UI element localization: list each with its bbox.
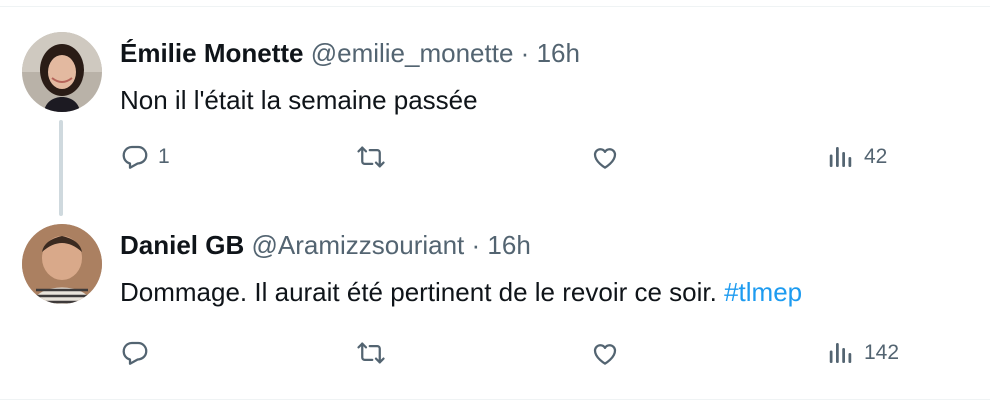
views-button[interactable]: 142 xyxy=(826,338,899,368)
action-bar: 1 42 xyxy=(0,142,990,182)
retweet-icon xyxy=(356,338,386,368)
views-icon xyxy=(826,338,856,368)
tweet-header: Daniel GB @Aramizzsouriant · 16h xyxy=(120,230,531,260)
like-button[interactable] xyxy=(590,142,620,172)
reply-button[interactable] xyxy=(120,338,150,368)
tweet-2[interactable]: Daniel GB @Aramizzsouriant · 16h Dommage… xyxy=(0,210,990,400)
like-button[interactable] xyxy=(590,338,620,368)
bottom-divider xyxy=(0,399,990,400)
tweet-text: Dommage. Il aurait été pertinent de le r… xyxy=(120,276,802,308)
reply-icon xyxy=(120,338,150,368)
tweet-body: Dommage. Il aurait été pertinent de le r… xyxy=(120,277,725,307)
timestamp[interactable]: 16h xyxy=(537,38,580,68)
avatar[interactable] xyxy=(22,224,102,304)
timestamp[interactable]: 16h xyxy=(487,230,530,260)
reply-button[interactable]: 1 xyxy=(120,142,170,172)
retweet-icon xyxy=(356,142,386,172)
tweet-body: Non il l'était la semaine passée xyxy=(120,85,478,115)
views-button[interactable]: 42 xyxy=(826,142,887,172)
author-handle[interactable]: @emilie_monette xyxy=(311,38,514,68)
heart-icon xyxy=(590,142,620,172)
views-count: 142 xyxy=(864,341,900,364)
action-bar: 142 xyxy=(0,338,990,378)
separator-dot: · xyxy=(520,38,530,68)
tweet-1[interactable]: Émilie Monette @emilie_monette · 16h Non… xyxy=(0,0,990,216)
separator-dot: · xyxy=(471,230,481,260)
author-name[interactable]: Daniel GB xyxy=(120,230,244,260)
views-icon xyxy=(826,142,856,172)
hashtag-link[interactable]: #tlmep xyxy=(724,277,802,307)
heart-icon xyxy=(590,338,620,368)
reply-icon xyxy=(120,142,150,172)
author-name[interactable]: Émilie Monette xyxy=(120,38,303,68)
avatar[interactable] xyxy=(22,32,102,112)
reply-count: 1 xyxy=(158,145,170,168)
author-handle[interactable]: @Aramizzsouriant xyxy=(251,230,464,260)
tweet-text: Non il l'était la semaine passée xyxy=(120,84,478,116)
tweet-header: Émilie Monette @emilie_monette · 16h xyxy=(120,38,580,68)
views-count: 42 xyxy=(864,145,888,168)
retweet-button[interactable] xyxy=(356,142,386,172)
retweet-button[interactable] xyxy=(356,338,386,368)
